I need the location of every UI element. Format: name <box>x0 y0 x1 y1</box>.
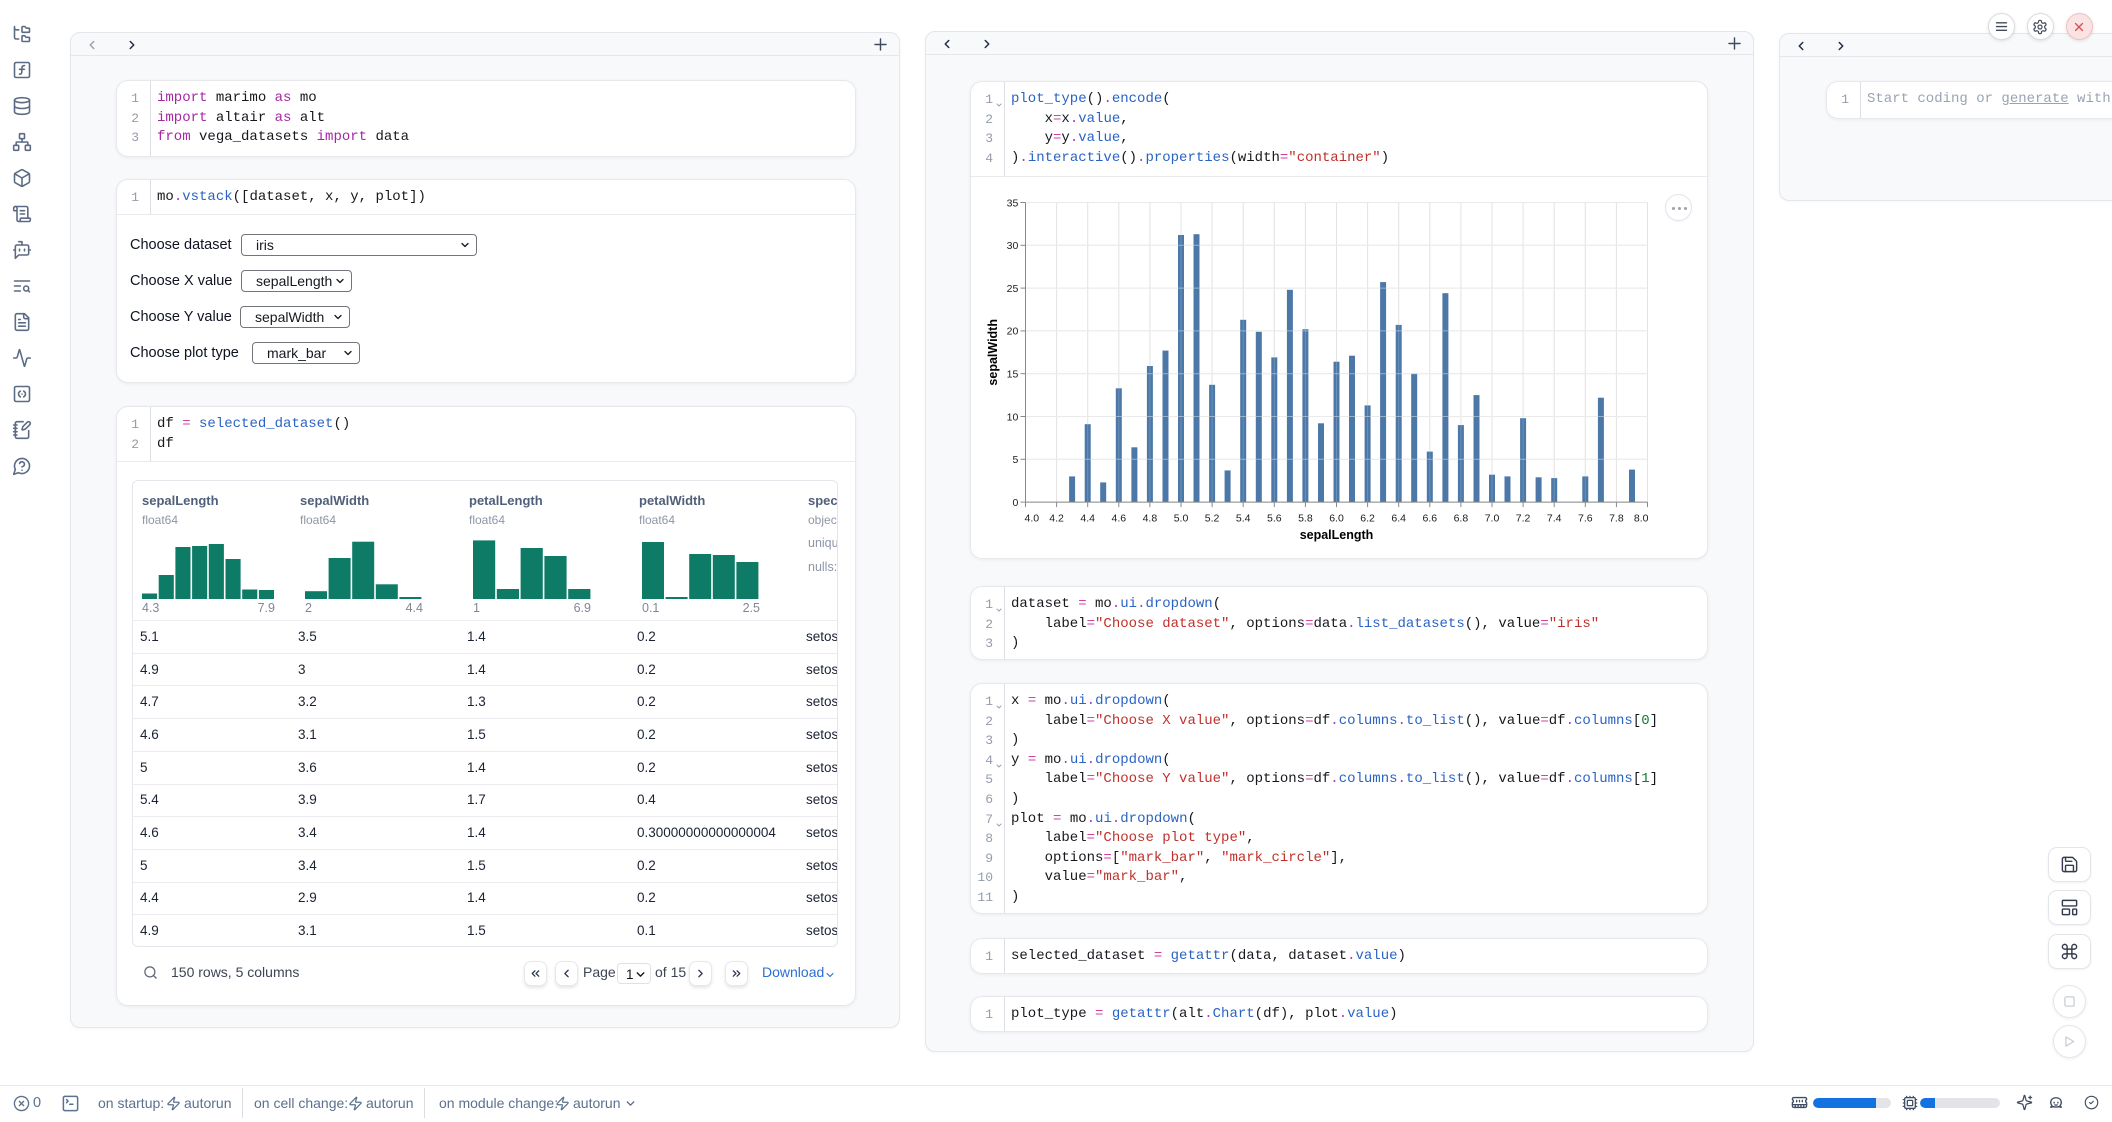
svg-text:7.8: 7.8 <box>1609 513 1624 525</box>
svg-text:6.2: 6.2 <box>1360 513 1375 525</box>
svg-text:4.6: 4.6 <box>1111 513 1126 525</box>
svg-text:5.0: 5.0 <box>1174 513 1189 525</box>
svg-text:7.6: 7.6 <box>1578 513 1593 525</box>
svg-text:30: 30 <box>1007 240 1019 252</box>
svg-text:7.2: 7.2 <box>1516 513 1531 525</box>
svg-text:5.4: 5.4 <box>1236 513 1251 525</box>
svg-text:4.2: 4.2 <box>1049 513 1064 525</box>
svg-text:4.4: 4.4 <box>1080 513 1095 525</box>
svg-text:25: 25 <box>1007 283 1019 295</box>
svg-text:6.4: 6.4 <box>1391 513 1406 525</box>
svg-text:4.0: 4.0 <box>1025 513 1040 525</box>
svg-text:35: 35 <box>1007 197 1019 209</box>
svg-text:4.8: 4.8 <box>1143 513 1158 525</box>
svg-text:sepalWidth: sepalWidth <box>986 319 1000 386</box>
svg-text:0: 0 <box>1012 497 1018 509</box>
svg-text:6.8: 6.8 <box>1454 513 1469 525</box>
svg-text:20: 20 <box>1007 326 1019 338</box>
svg-text:5.6: 5.6 <box>1267 513 1282 525</box>
svg-text:6.0: 6.0 <box>1329 513 1344 525</box>
svg-text:7.0: 7.0 <box>1485 513 1500 525</box>
svg-text:8.0: 8.0 <box>1634 513 1649 525</box>
svg-text:sepalLength: sepalLength <box>1300 528 1374 542</box>
svg-text:6.6: 6.6 <box>1422 513 1437 525</box>
svg-text:7.4: 7.4 <box>1547 513 1562 525</box>
svg-text:5.2: 5.2 <box>1205 513 1220 525</box>
svg-text:5.8: 5.8 <box>1298 513 1313 525</box>
svg-text:10: 10 <box>1007 411 1019 423</box>
svg-text:15: 15 <box>1007 369 1019 381</box>
svg-text:5: 5 <box>1012 454 1018 466</box>
